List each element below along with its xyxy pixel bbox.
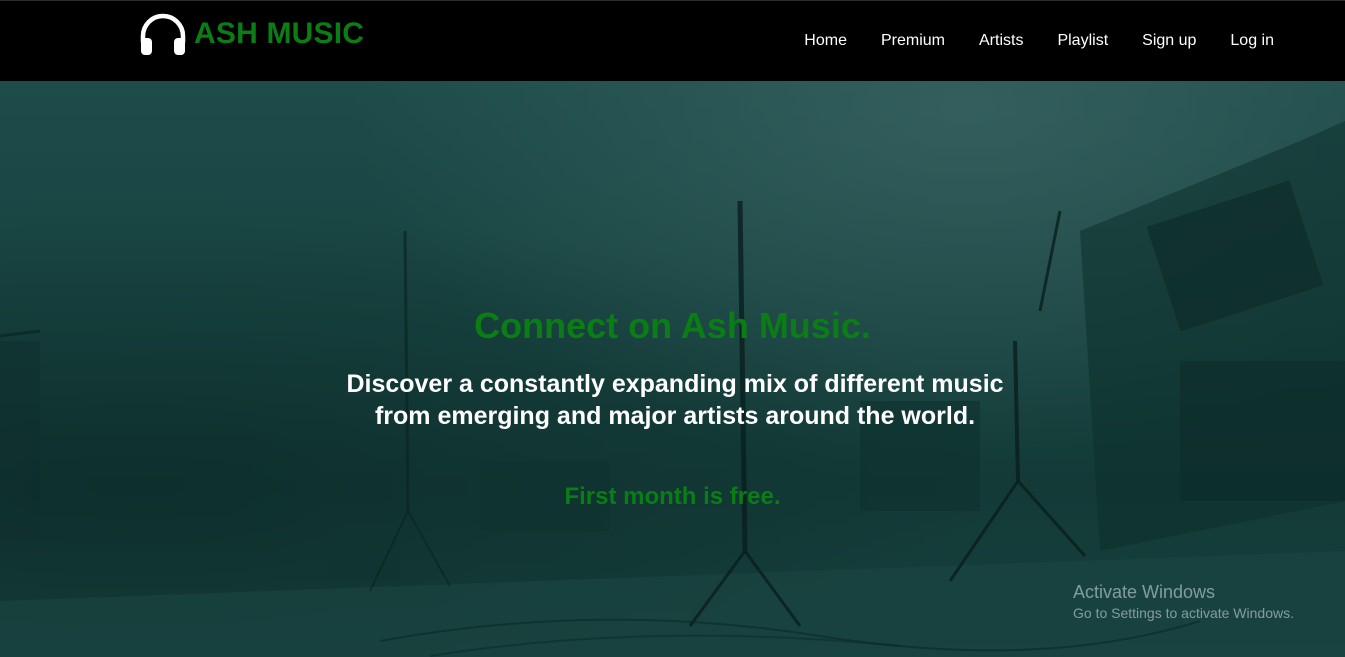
nav-premium[interactable]: Premium bbox=[881, 31, 945, 51]
headphones-icon bbox=[138, 12, 188, 56]
hero-offer: First month is free. bbox=[564, 483, 781, 510]
watermark-title: Activate Windows bbox=[1073, 582, 1216, 602]
main-nav: Home Premium Artists Playlist Sign up Lo… bbox=[804, 31, 1274, 51]
nav-log-in[interactable]: Log in bbox=[1230, 31, 1274, 51]
brand-logo-link[interactable]: ASH MUSIC bbox=[138, 11, 364, 57]
nav-sign-up[interactable]: Sign up bbox=[1142, 31, 1196, 51]
hero-headline: Connect on Ash Music. bbox=[474, 305, 871, 346]
brand-name: ASH MUSIC bbox=[194, 17, 365, 50]
hero-section: Connect on Ash Music. Discover a constan… bbox=[0, 81, 1345, 657]
nav-artists[interactable]: Artists bbox=[979, 31, 1023, 51]
hero-tagline: Discover a constantly expanding mix of d… bbox=[346, 370, 1004, 430]
navbar: ASH MUSIC Home Premium Artists Playlist … bbox=[0, 0, 1345, 81]
nav-home[interactable]: Home bbox=[804, 31, 847, 51]
watermark-subtitle: Go to Settings to activate Windows. bbox=[1073, 605, 1294, 621]
windows-activation-watermark: Activate Windows Go to Settings to activ… bbox=[1073, 581, 1294, 623]
nav-playlist[interactable]: Playlist bbox=[1057, 31, 1108, 51]
